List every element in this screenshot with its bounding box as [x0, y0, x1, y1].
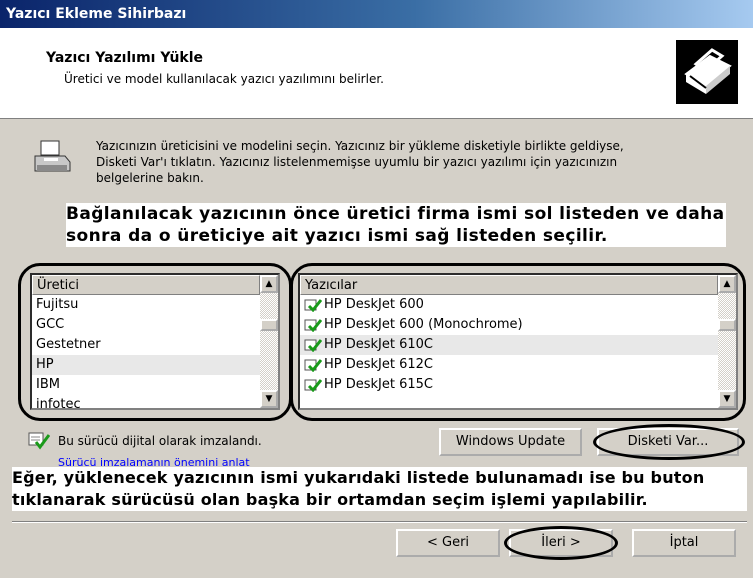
manufacturer-header[interactable]: Üretici	[32, 275, 260, 295]
manufacturer-item[interactable]: Gestetner	[32, 335, 278, 355]
printer-header[interactable]: Yazıcılar	[300, 275, 718, 295]
signed-driver-icon	[304, 318, 323, 332]
printer-item[interactable]: HP DeskJet 600 (Monochrome)	[300, 315, 736, 335]
wizard-header: Yazıcı Yazılımı Yükle Üretici ve model k…	[0, 28, 753, 119]
window-title: Yazıcı Ekleme Sihirbazı	[0, 0, 753, 28]
driver-signed-text: Bu sürücü dijital olarak imzalandı.	[58, 434, 262, 448]
manufacturer-item[interactable]: GCC	[32, 315, 278, 335]
annotation-bottom: Eğer, yüklenecek yazıcının ismi yukarıda…	[12, 467, 747, 511]
manufacturer-item[interactable]: IBM	[32, 375, 278, 395]
scroll-thumb[interactable]	[718, 319, 736, 331]
footer-separator	[12, 521, 747, 523]
scroll-up-arrow-icon[interactable]: ▲	[718, 275, 736, 293]
scroll-down-arrow-icon[interactable]: ▼	[260, 390, 278, 408]
signed-driver-icon	[304, 338, 323, 352]
annotation-top-line-1: Bağlanılacak yazıcının önce üretici firm…	[66, 204, 725, 224]
printer-items: HP DeskJet 600 HP DeskJet 600 (Monochrome…	[300, 295, 736, 395]
annotation-top-line-2: sonra da o üreticiye ait yazıcı ismi sağ…	[66, 226, 608, 246]
printer-item[interactable]: HP DeskJet 612C	[300, 355, 736, 375]
printer-item-label: HP DeskJet 600	[324, 297, 424, 312]
back-button[interactable]: < Geri	[396, 529, 500, 557]
signed-driver-icon	[304, 298, 323, 312]
scroll-down-arrow-icon[interactable]: ▼	[718, 390, 736, 408]
signed-driver-icon	[304, 378, 323, 392]
next-button[interactable]: İleri >	[509, 529, 613, 557]
signing-info-link[interactable]: Sürücü imzalamanın önemini anlat	[58, 456, 250, 466]
windows-update-button[interactable]: Windows Update	[439, 428, 582, 456]
manufacturer-item[interactable]: infotec	[32, 395, 278, 408]
manufacturer-list[interactable]: Üretici Fujitsu GCC Gestetner HP IBM infotec …	[30, 273, 280, 410]
manufacturer-item[interactable]: HP	[32, 355, 278, 375]
printer-scrollbar[interactable]: ▲ ▼	[718, 275, 736, 408]
printer-item-label: HP DeskJet 615C	[324, 377, 434, 392]
cancel-button[interactable]: İptal	[632, 529, 736, 557]
instructions: Yazıcınızın üreticisini ve modelini seçi…	[96, 138, 736, 186]
page-title: Yazıcı Yazılımı Yükle	[46, 50, 204, 66]
annotation-bottom-line-2: tıklanarak sürücüsü olan başka bir ortam…	[12, 490, 648, 509]
printer-item-label: HP DeskJet 600 (Monochrome)	[324, 317, 523, 332]
printer-list[interactable]: Yazıcılar HP DeskJet 600 HP DeskJet 600 (…	[298, 273, 738, 410]
printer-icon	[32, 138, 72, 178]
signed-driver-icon	[304, 358, 323, 372]
manufacturer-items: Fujitsu GCC Gestetner HP IBM infotec	[32, 295, 278, 408]
signed-driver-icon	[28, 430, 51, 450]
page-subtitle: Üretici ve model kullanılacak yazıcı yaz…	[64, 72, 384, 86]
annotation-bottom-line-1: Eğer, yüklenecek yazıcının ismi yukarıda…	[12, 468, 705, 487]
instructions-line-2: Disketi Var'ı tıklatın. Yazıcınız listel…	[96, 155, 618, 169]
printer-wizard-icon	[676, 40, 738, 104]
scroll-up-arrow-icon[interactable]: ▲	[260, 275, 278, 293]
manufacturer-scrollbar[interactable]: ▲ ▼	[260, 275, 278, 408]
printer-item[interactable]: HP DeskJet 615C	[300, 375, 736, 395]
have-disk-button[interactable]: Disketi Var...	[597, 428, 739, 456]
printer-item[interactable]: HP DeskJet 600	[300, 295, 736, 315]
printer-item-label: HP DeskJet 610C	[324, 337, 434, 352]
printer-item-label: HP DeskJet 612C	[324, 357, 434, 372]
printer-item[interactable]: HP DeskJet 610C	[300, 335, 736, 355]
instructions-line-1: Yazıcınızın üreticisini ve modelini seçi…	[96, 139, 624, 153]
manufacturer-item[interactable]: Fujitsu	[32, 295, 278, 315]
annotation-top: Bağlanılacak yazıcının önce üretici firm…	[66, 203, 726, 247]
instructions-line-3: belgelerine bakın.	[96, 171, 204, 185]
scroll-thumb[interactable]	[260, 319, 278, 331]
